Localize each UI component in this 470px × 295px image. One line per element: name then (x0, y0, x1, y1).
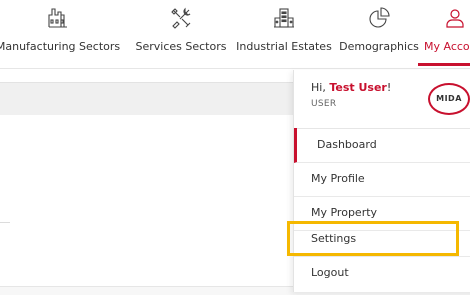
nav-label: Services Sectors (135, 40, 227, 53)
nav-demographics[interactable]: Demographics (333, 0, 425, 68)
user-icon (443, 6, 467, 30)
user-name: Test User (329, 81, 387, 94)
user-role: USER (311, 99, 337, 109)
menu-item-my-profile[interactable]: My Profile (294, 162, 470, 197)
nav-my-account[interactable]: My Account (420, 0, 470, 68)
menu-item-label: My Property (311, 206, 378, 219)
greeting-suffix: ! (386, 81, 392, 94)
menu-item-settings[interactable]: Settings (294, 222, 470, 257)
greeting: Hi, Test User! (311, 81, 391, 94)
nav-label: My Account (424, 40, 470, 53)
mida-logo: MIDA (428, 83, 470, 115)
menu-item-label: Logout (311, 266, 349, 279)
buildings-icon (272, 6, 296, 30)
account-header: Hi, Test User! USER MIDA (294, 70, 470, 129)
top-navigation: Manufacturing Sectors Services Sectors I (0, 0, 470, 69)
nav-label: Demographics (339, 40, 419, 53)
menu-item-dashboard[interactable]: Dashboard (294, 128, 470, 163)
divider (0, 222, 10, 223)
menu-item-label: Dashboard (317, 138, 377, 151)
factory-icon (46, 6, 70, 30)
greeting-prefix: Hi, (311, 81, 330, 94)
nav-industrial-estates[interactable]: Industrial Estates (233, 0, 335, 68)
nav-services-sectors[interactable]: Services Sectors (126, 0, 236, 68)
tools-icon (169, 6, 193, 30)
active-tab-indicator (418, 63, 470, 66)
menu-item-label: My Profile (311, 172, 365, 185)
nav-manufacturing-sectors[interactable]: Manufacturing Sectors (0, 0, 126, 68)
pie-chart-icon (367, 6, 391, 30)
nav-label: Manufacturing Sectors (0, 40, 121, 53)
account-dropdown: Hi, Test User! USER MIDA Dashboard My Pr… (293, 70, 470, 292)
menu-item-logout[interactable]: Logout (294, 256, 470, 290)
menu-item-label: Settings (311, 232, 357, 245)
nav-label: Industrial Estates (236, 40, 332, 53)
